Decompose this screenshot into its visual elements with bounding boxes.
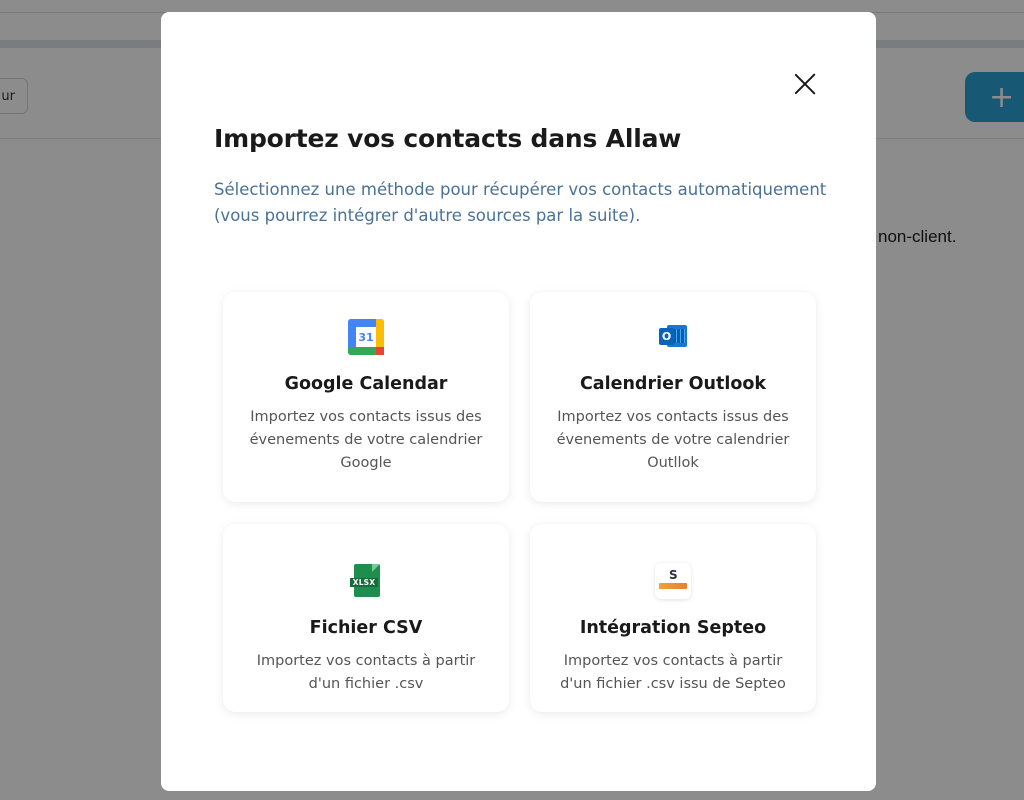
modal-subtitle: Sélectionnez une méthode pour récupérer … xyxy=(214,180,827,225)
google-calendar-icon: 31 xyxy=(348,319,384,355)
option-description: Importez vos contacts à partir d'un fich… xyxy=(560,653,786,692)
option-outlook-calendar[interactable]: O Calendrier Outlook Importez vos contac… xyxy=(530,292,816,502)
option-title: Calendrier Outlook xyxy=(579,374,767,394)
option-google-calendar[interactable]: 31 Google Calendar Importez vos contacts… xyxy=(223,292,509,502)
option-description: Importez vos contacts issus des évenemen… xyxy=(249,409,483,471)
option-description: Importez vos contacts issus des évenemen… xyxy=(556,409,790,471)
option-title: Fichier CSV xyxy=(309,618,423,638)
modal-title: Importez vos contacts dans Allaw xyxy=(214,124,682,153)
septeo-icon: S xyxy=(655,563,691,599)
close-icon[interactable] xyxy=(793,72,817,96)
option-csv-file[interactable]: XLSX Fichier CSV Importez vos contacts à… xyxy=(223,524,509,712)
option-title: Google Calendar xyxy=(284,374,448,394)
option-title: Intégration Septeo xyxy=(579,618,767,638)
option-description: Importez vos contacts à partir d'un fich… xyxy=(256,653,476,692)
import-contacts-modal: Importez vos contacts dans Allaw Sélecti… xyxy=(161,12,876,791)
outlook-icon: O xyxy=(655,319,691,355)
option-septeo-integration[interactable]: S Intégration Septeo Importez vos contac… xyxy=(530,524,816,712)
xlsx-file-icon: XLSX xyxy=(348,563,384,599)
